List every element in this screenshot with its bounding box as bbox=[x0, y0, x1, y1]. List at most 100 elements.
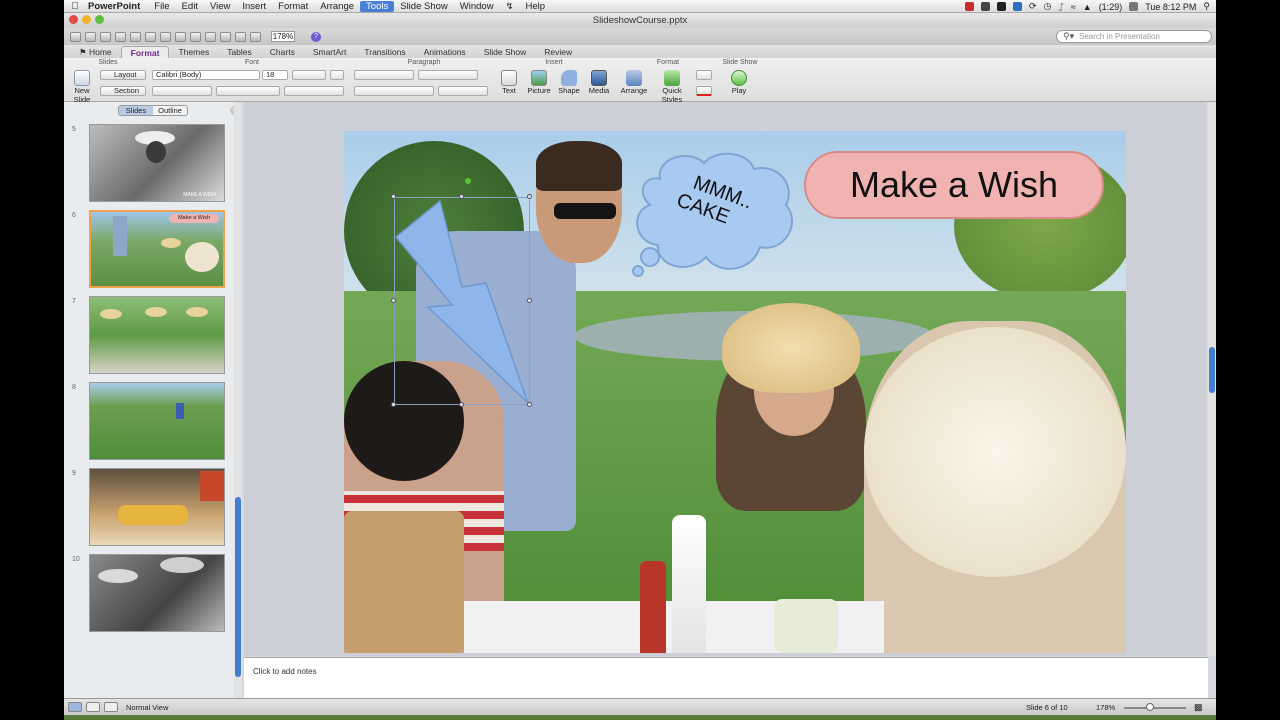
font-color-buttons[interactable] bbox=[284, 86, 344, 96]
resize-handle[interactable] bbox=[391, 402, 396, 407]
clock-icon[interactable]: ◷ bbox=[1044, 1, 1052, 12]
play-button[interactable]: Play bbox=[724, 70, 754, 95]
new-icon[interactable] bbox=[70, 31, 81, 42]
rotate-handle[interactable] bbox=[464, 177, 472, 185]
menu-help[interactable]: Help bbox=[520, 1, 552, 12]
zoom-field[interactable]: 178% bbox=[271, 31, 295, 42]
font-grow-shrink-buttons[interactable] bbox=[292, 70, 326, 80]
section-button[interactable]: Section bbox=[100, 86, 146, 96]
text-button[interactable]: Text bbox=[496, 70, 522, 95]
menu-arrange[interactable]: Arrange bbox=[314, 1, 360, 12]
resize-handle[interactable] bbox=[527, 298, 532, 303]
new-slide-button[interactable]: New Slide bbox=[66, 70, 98, 104]
wifi-icon[interactable]: ≈ bbox=[1071, 2, 1076, 12]
tab-slide-show[interactable]: Slide Show bbox=[475, 46, 536, 58]
menu-view[interactable]: View bbox=[204, 1, 236, 12]
minimize-window-icon[interactable] bbox=[82, 15, 91, 24]
font-size-select[interactable]: 18 bbox=[262, 70, 288, 80]
align-buttons[interactable] bbox=[354, 86, 434, 96]
slide[interactable]: MMM.. CAKE Make a Wish bbox=[344, 131, 1126, 653]
shape-fill-button[interactable] bbox=[696, 70, 712, 80]
picture-button[interactable]: Picture bbox=[526, 70, 552, 95]
bluetooth-icon[interactable]: ᛢ bbox=[1058, 2, 1063, 12]
notes-pane[interactable]: Click to add notes bbox=[244, 657, 1208, 698]
dropbox-icon[interactable] bbox=[1013, 2, 1022, 11]
layout-button[interactable]: Layout bbox=[100, 70, 146, 80]
scroll-thumb[interactable] bbox=[235, 497, 241, 677]
zoom-slider-thumb[interactable] bbox=[1146, 703, 1154, 711]
tab-charts[interactable]: Charts bbox=[261, 46, 304, 58]
slide-sorter-icon[interactable] bbox=[86, 702, 100, 712]
fit-to-window-icon[interactable]: ▩ bbox=[1194, 702, 1203, 713]
menu-format[interactable]: Format bbox=[272, 1, 314, 12]
canvas-scrollbar[interactable] bbox=[1208, 102, 1216, 656]
paste-icon[interactable] bbox=[175, 31, 186, 42]
tab-home[interactable]: ⚑ Home bbox=[70, 46, 121, 58]
toolbox-icon[interactable] bbox=[250, 31, 261, 42]
slide-show-view-icon[interactable] bbox=[104, 702, 118, 712]
slide-thumbnail-10[interactable]: 10 bbox=[68, 554, 234, 634]
copy-icon[interactable] bbox=[160, 31, 171, 42]
menu-insert[interactable]: Insert bbox=[236, 1, 272, 12]
slide-thumbnail-7[interactable]: 7 bbox=[68, 296, 234, 376]
search-input[interactable]: ⚲▾ Search in Presentation bbox=[1056, 30, 1212, 43]
zoom-slider[interactable] bbox=[1124, 707, 1186, 709]
close-window-icon[interactable] bbox=[69, 15, 78, 24]
slide-thumbnail-6[interactable]: 6 Make a Wish bbox=[68, 210, 234, 290]
print-icon[interactable] bbox=[130, 31, 141, 42]
apple-icon[interactable]:  bbox=[64, 1, 86, 12]
slide-thumbnail-5[interactable]: 5 MAKE A WISH bbox=[68, 124, 234, 204]
tab-outline[interactable]: Outline bbox=[153, 106, 187, 115]
normal-view-icon[interactable] bbox=[68, 702, 82, 712]
help-icon[interactable]: ? bbox=[311, 31, 321, 42]
save-icon[interactable] bbox=[115, 31, 126, 42]
resize-handle[interactable] bbox=[391, 298, 396, 303]
plus-box-icon[interactable] bbox=[997, 2, 1006, 11]
resize-handle[interactable] bbox=[459, 402, 464, 407]
columns-buttons[interactable] bbox=[438, 86, 488, 96]
spotlight-icon[interactable]: ⚲ bbox=[1203, 1, 1210, 12]
slide-thumbnail-9[interactable]: 9 bbox=[68, 468, 234, 548]
media-button[interactable]: Media bbox=[586, 70, 612, 95]
templates-icon[interactable] bbox=[85, 31, 96, 42]
tab-slides[interactable]: Slides bbox=[119, 106, 153, 115]
resize-handle[interactable] bbox=[527, 194, 532, 199]
scroll-thumb[interactable] bbox=[1209, 347, 1215, 393]
tab-smartart[interactable]: SmartArt bbox=[304, 46, 356, 58]
volume-icon[interactable]: ▲ bbox=[1083, 2, 1092, 12]
sync-icon[interactable]: ⟳ bbox=[1029, 1, 1037, 12]
tab-review[interactable]: Review bbox=[535, 46, 581, 58]
font-name-select[interactable]: Calibri (Body) bbox=[152, 70, 260, 80]
zoom-window-icon[interactable] bbox=[95, 15, 104, 24]
tab-transitions[interactable]: Transitions bbox=[355, 46, 414, 58]
tab-animations[interactable]: Animations bbox=[415, 46, 475, 58]
undo-icon[interactable] bbox=[205, 31, 216, 42]
flag-icon[interactable] bbox=[1129, 2, 1139, 11]
cut-icon[interactable] bbox=[145, 31, 156, 42]
slide-title-box[interactable]: Make a Wish bbox=[804, 151, 1104, 219]
menu-window[interactable]: Window bbox=[454, 1, 500, 12]
menu-slide-show[interactable]: Slide Show bbox=[394, 1, 454, 12]
format-painter-icon[interactable] bbox=[190, 31, 201, 42]
slide-thumbnail-8[interactable]: 8 bbox=[68, 382, 234, 462]
menu-edit[interactable]: Edit bbox=[176, 1, 204, 12]
script-icon[interactable]: ↯ bbox=[500, 1, 520, 12]
menu-file[interactable]: File bbox=[148, 1, 175, 12]
clear-format-button[interactable] bbox=[330, 70, 344, 80]
quick-styles-button[interactable]: Quick Styles bbox=[652, 70, 692, 104]
thumbnail-scrollbar[interactable] bbox=[234, 102, 242, 698]
battery-status[interactable]: (1:29) bbox=[1099, 2, 1123, 12]
resize-handle[interactable] bbox=[391, 194, 396, 199]
record-icon[interactable] bbox=[965, 2, 974, 11]
tab-format[interactable]: Format bbox=[120, 46, 170, 58]
shape-line-button[interactable] bbox=[696, 86, 712, 96]
resize-handle[interactable] bbox=[459, 194, 464, 199]
list-buttons[interactable] bbox=[354, 70, 414, 80]
clock[interactable]: Tue 8:12 PM bbox=[1145, 2, 1196, 12]
indent-buttons[interactable] bbox=[418, 70, 478, 80]
open-icon[interactable] bbox=[100, 31, 111, 42]
shape-button[interactable]: Shape bbox=[556, 70, 582, 95]
font-effects-buttons[interactable] bbox=[216, 86, 280, 96]
resize-handle[interactable] bbox=[527, 402, 532, 407]
tab-themes[interactable]: Themes bbox=[169, 46, 218, 58]
